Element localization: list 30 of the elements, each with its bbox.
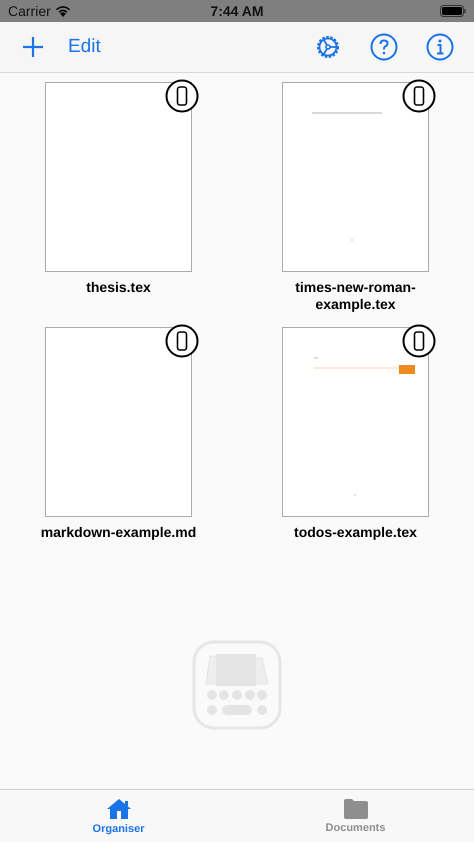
document-thumbnail[interactable]	[282, 82, 429, 272]
phone-badge-icon	[165, 324, 199, 358]
app-logo-icon	[192, 640, 282, 730]
help-button[interactable]	[370, 33, 398, 61]
wifi-icon	[54, 5, 71, 17]
battery-icon	[440, 5, 466, 17]
document-name: times-new-roman-example.tex	[294, 279, 417, 313]
folder-icon	[342, 798, 368, 819]
info-icon	[426, 33, 454, 61]
document-name: todos-example.tex	[293, 524, 418, 541]
settings-button[interactable]	[314, 33, 342, 61]
home-icon	[106, 798, 132, 820]
add-button[interactable]	[22, 36, 44, 58]
carrier-label: Carrier	[8, 3, 51, 19]
help-icon	[370, 33, 398, 61]
info-button[interactable]	[426, 33, 454, 61]
status-time: 7:44 AM	[210, 3, 264, 19]
phone-badge-icon	[402, 79, 436, 113]
plus-icon	[22, 36, 44, 58]
edit-button[interactable]: Edit	[68, 36, 101, 58]
tab-item[interactable]: Organiser	[0, 790, 237, 842]
settings-icon	[314, 33, 342, 61]
document-thumbnail[interactable]	[45, 82, 192, 272]
document-thumbnail[interactable]	[45, 327, 192, 517]
document-thumbnail[interactable]	[282, 327, 429, 517]
document-name: thesis.tex	[85, 279, 152, 296]
phone-badge-icon	[165, 79, 199, 113]
phone-badge-icon	[402, 324, 436, 358]
tab-item[interactable]: Documents	[237, 790, 474, 842]
document-name: markdown-example.md	[40, 524, 198, 541]
